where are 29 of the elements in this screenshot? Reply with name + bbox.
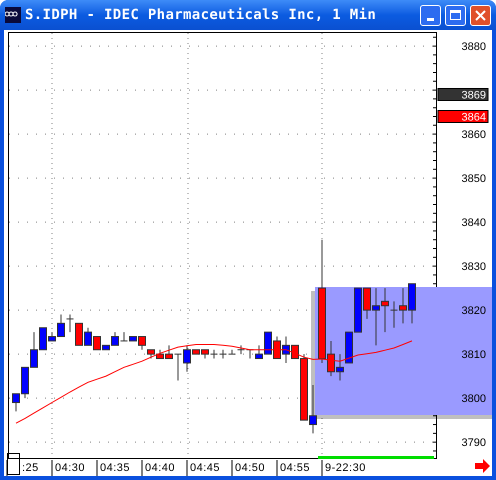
time-label: 04:55 [280, 462, 310, 474]
time-label: 04:50 [235, 462, 266, 474]
price-label: 3860 [462, 129, 486, 142]
price-marker: 3864 [438, 110, 488, 124]
time-label: :25 [22, 462, 39, 474]
price-label: 3840 [462, 217, 486, 230]
price-label: 3820 [462, 305, 486, 318]
maximize-button[interactable] [445, 4, 466, 26]
minimize-button[interactable] [420, 4, 441, 26]
price-label: 3790 [462, 437, 486, 450]
app-icon [5, 7, 21, 23]
time-label: 9-22:30 [325, 462, 366, 474]
price-label: 3830 [462, 261, 486, 274]
price-label: 3800 [462, 393, 486, 406]
scroll-thumb[interactable] [7, 453, 20, 475]
price-label: 3810 [462, 349, 486, 362]
time-label: 04:45 [190, 462, 220, 474]
arrow-right-icon[interactable] [475, 459, 490, 473]
close-icon [475, 10, 486, 20]
maximize-icon [450, 10, 461, 20]
minimize-icon [427, 18, 434, 20]
time-label: 04:30 [55, 462, 86, 474]
time-label: 04:40 [145, 462, 176, 474]
time-label: 04:35 [100, 462, 130, 474]
price-label: 3880 [462, 41, 486, 54]
price-label: 3850 [462, 173, 486, 186]
close-button[interactable] [470, 4, 491, 26]
price-marker: 3869 [438, 88, 488, 102]
window-title: S.IDPH - IDEC Pharmaceuticals Inc, 1 Min [25, 6, 378, 24]
